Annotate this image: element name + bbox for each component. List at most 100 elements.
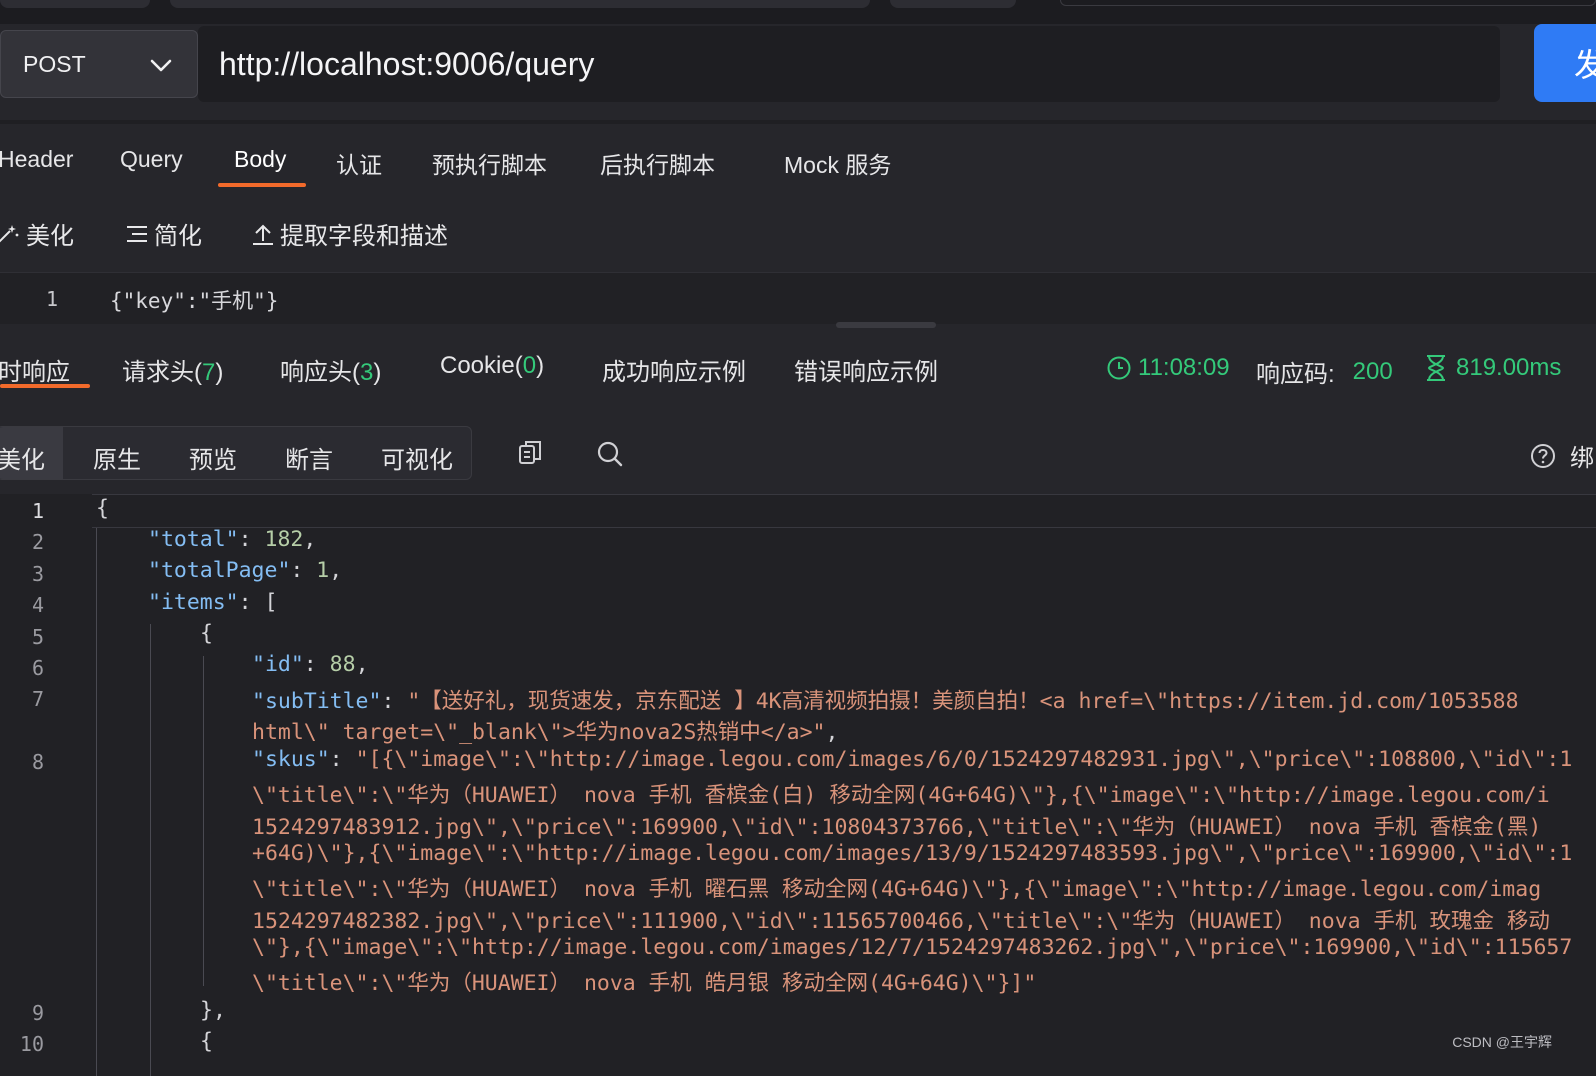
json-string: 1524297482382.jpg\",\"price\":111900,\"i… (252, 909, 1550, 934)
json-key: "id" (252, 652, 304, 677)
line-number: 4 (31, 593, 44, 617)
method-select[interactable]: POST (0, 30, 198, 98)
code-line: "id": 88, (252, 652, 369, 677)
tab-error-example[interactable]: 错误响应示例 (794, 352, 938, 387)
indent-guide (203, 656, 204, 986)
cookie-count: 0 (522, 352, 537, 379)
code-line: \"title\":\"华为（HUAWEI） nova 手机 曜石黑 移动全网(… (252, 872, 1541, 903)
json-string: "[{\"image\":\"http://image.legou.com/im… (355, 747, 1573, 772)
top-tab-fragment[interactable] (170, 0, 870, 8)
tab-response-headers[interactable]: 响应头(3) (280, 352, 381, 387)
watermark: CSDN @王宇辉 (1452, 1034, 1552, 1050)
view-visualize[interactable]: 可视化 (381, 440, 453, 475)
line-number: 2 (31, 530, 44, 554)
copy-icon[interactable] (516, 438, 544, 468)
code-line: \"},{\"image\":\"http://image.legou.com/… (252, 935, 1572, 960)
code-token: }, (200, 998, 226, 1023)
tab-mock-service[interactable]: Mock 服务 (784, 146, 891, 180)
url-text: http://localhost:9006/query (219, 45, 595, 82)
json-number: 1 (316, 558, 330, 583)
code-token: [ (264, 590, 278, 615)
hourglass-icon (1427, 355, 1445, 381)
clock-icon (1107, 356, 1131, 380)
json-string: \"},{\"image\":\"http://image.legou.com/… (252, 935, 1573, 960)
response-duration: 819.00ms (1424, 354, 1561, 382)
status-label: 响应码: (1256, 361, 1335, 388)
tab-header[interactable]: Header (0, 146, 73, 173)
tab-request-headers[interactable]: 请求头(7) (122, 352, 223, 387)
request-body-editor[interactable]: 1 {"key":"手机"} (0, 272, 1596, 324)
status-code: 响应码: 200 (1256, 354, 1393, 389)
tab-cookie[interactable]: Cookie(0) (440, 352, 544, 380)
tab-success-example[interactable]: 成功响应示例 (602, 352, 746, 387)
extract-fields-button[interactable]: 提取字段和描述 (250, 216, 448, 251)
tab-post-script[interactable]: 后执行脚本 (600, 146, 715, 180)
active-line-highlight (92, 494, 1596, 528)
tab-cookie-label: Cookie( (440, 352, 523, 379)
beautify-label: 美化 (26, 223, 74, 250)
url-input[interactable]: http://localhost:9006/query (198, 26, 1500, 102)
code-line: "items": [ (148, 590, 278, 615)
tab-pre-script[interactable]: 预执行脚本 (432, 146, 547, 180)
response-time-value: 11:08:09 (1138, 354, 1230, 381)
close-paren: ) (536, 352, 545, 379)
code-token: { (96, 496, 109, 521)
top-tab-fragment[interactable] (890, 0, 1016, 8)
active-tab-indicator (218, 183, 306, 187)
line-number: 7 (31, 687, 44, 711)
response-time: 11:08:09 (1106, 354, 1230, 382)
beautify-button[interactable]: 美化 (0, 216, 74, 251)
line-number: 1 (46, 287, 59, 311)
method-label: POST (23, 50, 86, 77)
close-paren: ) (215, 359, 224, 386)
search-icon[interactable] (596, 440, 624, 468)
indent-guide (150, 624, 151, 1076)
code-token: { (200, 1029, 213, 1054)
view-beautify[interactable]: 美化 (0, 440, 45, 475)
json-number: 88 (329, 652, 356, 677)
response-headers-count: 3 (360, 359, 374, 386)
tab-query[interactable]: Query (120, 146, 183, 173)
send-button[interactable]: 发 (1534, 24, 1596, 102)
code-line: +64G)\"},{\"image\":\"http://image.legou… (252, 841, 1572, 866)
close-paren: ) (373, 359, 382, 386)
view-raw[interactable]: 原生 (93, 440, 141, 475)
json-key: "items" (148, 590, 239, 615)
json-string: +64G)\"},{\"image\":\"http://image.legou… (252, 841, 1573, 866)
simplify-button[interactable]: 简化 (124, 216, 202, 251)
line-number: 10 (19, 1032, 44, 1056)
extract-fields-label: 提取字段和描述 (280, 223, 448, 250)
simplify-label: 简化 (154, 223, 202, 250)
request-headers-count: 7 (202, 359, 216, 386)
line-number: 9 (31, 1001, 44, 1025)
json-string: \"title\":\"华为（HUAWEI） nova 手机 皓月银 移动全网(… (252, 971, 1037, 996)
tab-realtime-response[interactable]: 时响应 (0, 352, 70, 387)
view-preview[interactable]: 预览 (189, 440, 237, 475)
code-line: html\" target=\"_blank\">华为nova2S热销中</a>… (252, 720, 839, 745)
top-input-fragment[interactable] (1060, 0, 1596, 6)
request-body-code: {"key":"手机"} (110, 289, 279, 313)
top-tab-fragment[interactable] (0, 0, 150, 8)
json-string: 1524297483912.jpg\",\"price\":169900,\"i… (252, 815, 1542, 840)
json-number: 182 (264, 527, 304, 552)
code-line: { (200, 621, 213, 646)
line-number: 1 (31, 499, 44, 523)
code-line: "skus": "[{\"image\":\"http://image.lego… (252, 747, 1573, 772)
json-string: \"title\":\"华为（HUAWEI） nova 手机 香槟金(白) 移动… (252, 783, 1550, 808)
tab-auth[interactable]: 认证 (336, 146, 382, 180)
bind-label: 绑 (1570, 445, 1594, 472)
line-number: 3 (31, 562, 44, 586)
tab-body[interactable]: Body (234, 146, 286, 173)
resize-handle[interactable] (836, 322, 936, 328)
json-key: "skus" (252, 747, 330, 772)
json-string: html\" target=\"_blank\">华为nova2S热销中</a>… (252, 720, 826, 745)
line-number: 8 (31, 750, 44, 774)
tab-response-headers-label: 响应头( (280, 359, 360, 386)
code-line: 1524297483912.jpg\",\"price\":169900,\"i… (252, 810, 1541, 841)
view-assert[interactable]: 断言 (285, 440, 333, 475)
status-code-value: 200 (1352, 357, 1393, 385)
response-body-editor[interactable]: 1 2 3 4 5 6 7 8 9 10 { "total": 182, "to… (0, 494, 1596, 1076)
bind-help[interactable]: 绑 (1530, 438, 1594, 473)
line-number: 6 (31, 656, 44, 680)
list-icon (127, 225, 147, 242)
